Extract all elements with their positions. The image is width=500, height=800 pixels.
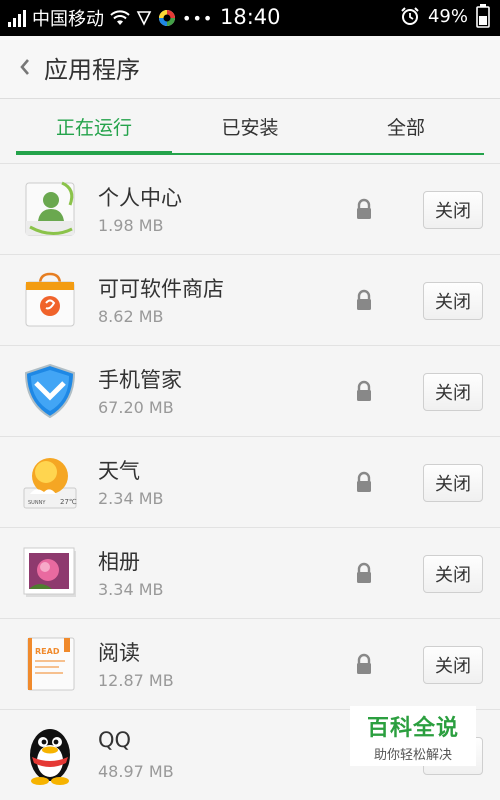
more-notifications-icon: ••• bbox=[182, 8, 214, 28]
signal-icon bbox=[8, 9, 26, 27]
svg-text:READ: READ bbox=[35, 647, 60, 656]
back-arrow-icon[interactable] bbox=[14, 56, 36, 78]
list-item[interactable]: 手机管家 67.20 MB 关闭 bbox=[0, 345, 500, 436]
list-item[interactable]: 可可软件商店 8.62 MB 关闭 bbox=[0, 254, 500, 345]
lock-icon[interactable] bbox=[354, 471, 374, 493]
app-name: 阅读 bbox=[98, 641, 140, 665]
status-time: 18:40 bbox=[220, 5, 281, 29]
app-name: 天气 bbox=[98, 459, 140, 483]
watermark-title: 百科全说 bbox=[366, 715, 459, 741]
lock-icon[interactable] bbox=[354, 198, 374, 220]
list-item[interactable]: SUNNY 27℃ 天气 2.34 MB 关闭 bbox=[0, 436, 500, 527]
close-button[interactable]: 关闭 bbox=[423, 555, 483, 593]
list-item[interactable]: 个人中心 1.98 MB 关闭 bbox=[0, 163, 500, 254]
watermark-subtitle: 助你轻松解决 bbox=[373, 747, 452, 763]
page-title: 应用程序 bbox=[44, 55, 140, 84]
close-button[interactable]: 关闭 bbox=[423, 373, 483, 411]
battery-percent: 49% bbox=[427, 5, 468, 27]
lock-icon[interactable] bbox=[354, 380, 374, 402]
tab-running[interactable]: 正在运行 bbox=[16, 99, 172, 155]
app-store-icon bbox=[25, 272, 75, 327]
alarm-clock-icon bbox=[401, 7, 419, 25]
list-item[interactable]: 相册 3.34 MB 关闭 bbox=[0, 527, 500, 618]
running-app-list: 个人中心 1.98 MB 关闭 可可软件商店 8.62 MB 关闭 手机管家 6… bbox=[0, 163, 500, 800]
close-button[interactable]: 关闭 bbox=[423, 646, 483, 684]
vpn-shield-icon bbox=[136, 11, 152, 26]
qq-penguin-icon bbox=[30, 729, 70, 785]
person-center-icon bbox=[25, 181, 75, 236]
battery-icon bbox=[476, 4, 490, 28]
tab-bar: 正在运行 已安装 全部 bbox=[16, 99, 484, 155]
tab-all[interactable]: 全部 bbox=[328, 99, 484, 153]
watermark-logo: 百科全说 助你轻松解决 bbox=[350, 706, 476, 766]
tab-installed[interactable]: 已安装 bbox=[172, 99, 328, 153]
list-item[interactable]: READ 阅读 12.87 MB 关闭 bbox=[0, 618, 500, 709]
app-name: QQ bbox=[98, 728, 132, 752]
svg-text:SUNNY: SUNNY bbox=[28, 500, 46, 506]
close-button[interactable]: 关闭 bbox=[423, 191, 483, 229]
carrier-label: 中国移动 bbox=[32, 9, 104, 30]
gallery-icon bbox=[23, 547, 76, 597]
lock-icon[interactable] bbox=[354, 562, 374, 584]
wifi-icon bbox=[110, 10, 130, 25]
app-header: 应用程序 bbox=[0, 36, 500, 99]
lock-icon[interactable] bbox=[354, 289, 374, 311]
app-size: 2.34 MB bbox=[98, 489, 164, 508]
status-bar: 中国移动 ••• 18:40 49% bbox=[0, 0, 500, 36]
close-button[interactable]: 关闭 bbox=[423, 464, 483, 502]
app-name: 可可软件商店 bbox=[98, 277, 224, 301]
close-button[interactable]: 关闭 bbox=[423, 282, 483, 320]
app-size: 8.62 MB bbox=[98, 307, 164, 326]
status-left: 中国移动 ••• bbox=[0, 5, 213, 31]
svg-text:27℃: 27℃ bbox=[60, 498, 77, 506]
reader-icon: READ bbox=[27, 637, 75, 691]
app-size: 48.97 MB bbox=[98, 762, 174, 781]
app-size: 67.20 MB bbox=[98, 398, 174, 417]
status-right: 49% bbox=[400, 4, 490, 28]
app-name: 相册 bbox=[98, 550, 140, 574]
app-notification-icon bbox=[159, 10, 175, 26]
lock-icon[interactable] bbox=[354, 653, 374, 675]
app-size: 12.87 MB bbox=[98, 671, 174, 690]
app-name: 个人中心 bbox=[98, 186, 182, 210]
app-name: 手机管家 bbox=[98, 368, 182, 392]
app-size: 3.34 MB bbox=[98, 580, 164, 599]
phone-manager-icon bbox=[24, 363, 76, 419]
weather-icon: SUNNY 27℃ bbox=[23, 458, 77, 509]
app-size: 1.98 MB bbox=[98, 216, 164, 235]
